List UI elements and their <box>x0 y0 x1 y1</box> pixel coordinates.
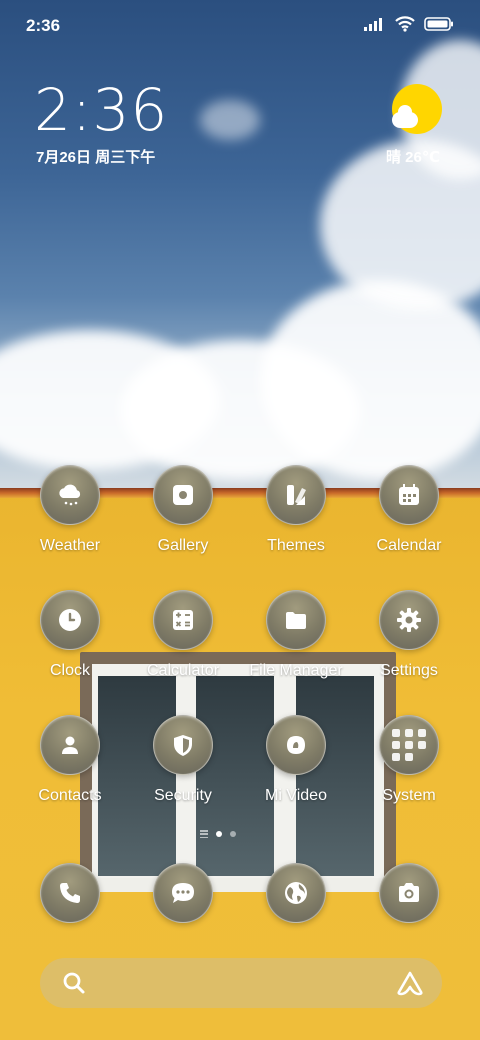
app-label: File Manager <box>249 662 343 679</box>
search-icon[interactable] <box>62 971 86 995</box>
calculator-icon <box>153 590 213 650</box>
video-icon <box>266 715 326 775</box>
search-bar[interactable] <box>40 958 442 1008</box>
status-time: 2:36 <box>26 16 61 35</box>
app-label: Gallery <box>157 537 209 554</box>
browser-icon <box>266 863 326 923</box>
folder-icon <box>266 590 326 650</box>
battery-icon <box>424 17 453 31</box>
dock-camera[interactable] <box>353 863 465 973</box>
status-icons <box>364 16 454 32</box>
page-indicator[interactable] <box>200 830 236 838</box>
app-clock[interactable]: Clock <box>14 590 126 700</box>
app-label: Themes <box>267 537 325 554</box>
app-weather[interactable]: Weather <box>14 465 126 575</box>
camera-icon <box>379 863 439 923</box>
app-label: Weather <box>39 537 101 554</box>
app-calendar[interactable]: Calendar <box>353 465 465 575</box>
app-label: Calendar <box>376 537 442 554</box>
clock-widget-date[interactable]: 7月26日 周三下午 <box>36 146 155 167</box>
wifi-icon <box>395 16 415 32</box>
app-file-manager[interactable]: File Manager <box>240 590 352 700</box>
weather-icon <box>40 465 100 525</box>
app-label: Calculator <box>146 662 220 679</box>
app-gallery[interactable]: Gallery <box>127 465 239 575</box>
clock-icon <box>40 590 100 650</box>
gallery-icon <box>153 465 213 525</box>
app-security[interactable]: Security <box>127 715 239 825</box>
themes-icon <box>266 465 326 525</box>
phone-icon <box>40 863 100 923</box>
folder-grid-icon <box>379 715 439 775</box>
dock-phone[interactable] <box>14 863 126 973</box>
cloud <box>200 100 260 140</box>
messages-icon <box>153 863 213 923</box>
app-system-folder[interactable]: System <box>353 715 465 825</box>
gear-icon <box>379 590 439 650</box>
app-themes[interactable]: Themes <box>240 465 352 575</box>
assistant-icon[interactable] <box>396 970 424 996</box>
page-dot <box>230 831 236 837</box>
dock-messages[interactable] <box>127 863 239 973</box>
page-dot-active <box>216 831 222 837</box>
page-menu-icon <box>200 830 208 838</box>
app-label: Settings <box>380 662 438 679</box>
app-mi-video[interactable]: Mi Video <box>240 715 352 825</box>
app-label: Clock <box>49 662 90 679</box>
app-label: Mi Video <box>265 787 327 804</box>
app-calculator[interactable]: Calculator <box>127 590 239 700</box>
calendar-icon <box>379 465 439 525</box>
app-label: Security <box>154 787 212 804</box>
app-contacts[interactable]: Contacts <box>14 715 126 825</box>
dock-browser[interactable] <box>240 863 352 973</box>
signal-icon <box>364 18 382 31</box>
status-bar: 2:36 <box>0 0 480 50</box>
clock-widget-time[interactable]: 2:36 <box>34 76 168 144</box>
app-settings[interactable]: Settings <box>353 590 465 700</box>
contacts-icon <box>40 715 100 775</box>
weather-cloud-icon <box>392 105 418 128</box>
weather-widget-text[interactable]: 晴 26℃ <box>386 146 440 167</box>
app-label: System <box>382 787 436 804</box>
shield-icon <box>153 715 213 775</box>
app-label: Contacts <box>38 787 102 804</box>
